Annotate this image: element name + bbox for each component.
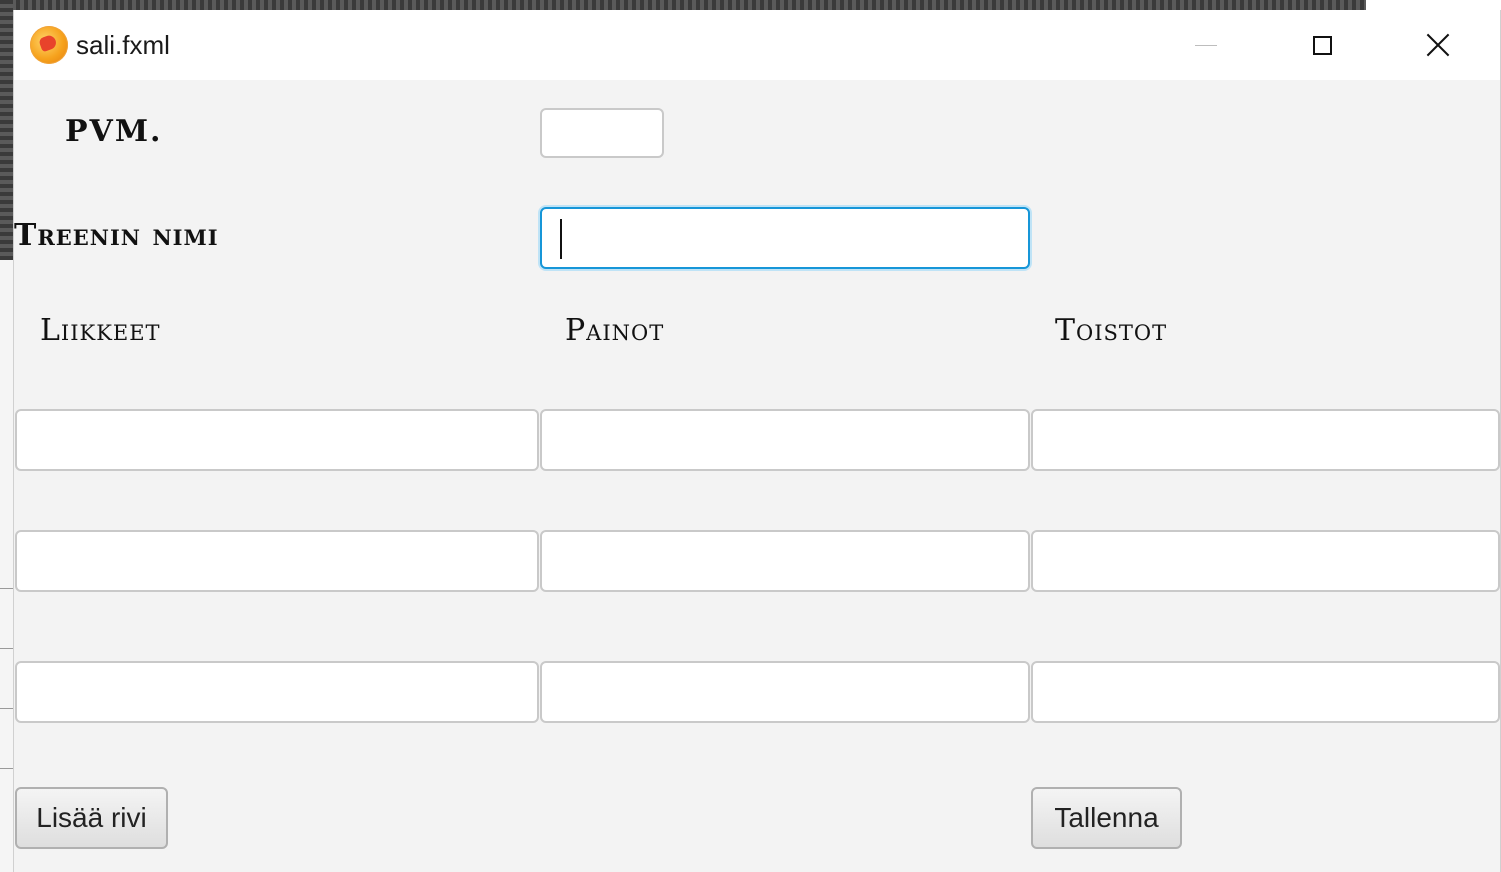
minimize-button[interactable] [1148,10,1264,80]
background-window-lines [0,260,13,872]
background-window-strip [0,0,1366,10]
column-header-reps: Toistot [1055,313,1168,348]
weight-input-row-3[interactable] [540,661,1030,723]
reps-input-row-3[interactable] [1031,661,1500,723]
training-name-input[interactable] [540,207,1030,269]
maximize-button[interactable] [1264,10,1380,80]
maximize-icon [1312,35,1332,55]
exercise-input-row-1[interactable] [15,409,539,471]
title-bar[interactable]: sali.fxml [14,10,1500,80]
training-name-label: Treenin nimi [14,218,219,253]
weight-input-row-1[interactable] [540,409,1030,471]
save-button[interactable]: Tallenna [1031,787,1182,849]
column-header-exercises: Liikkeet [40,313,161,348]
close-button[interactable] [1380,10,1496,80]
text-caret [560,219,562,259]
add-row-button[interactable]: Lisää rivi [15,787,168,849]
minimize-icon [1195,44,1217,46]
close-icon [1426,33,1450,57]
column-header-weights: Painot [565,313,665,348]
exercise-input-row-3[interactable] [15,661,539,723]
window-title: sali.fxml [76,30,170,60]
date-label: PVM. [65,114,163,149]
weight-input-row-2[interactable] [540,530,1030,592]
reps-input-row-1[interactable] [1031,409,1500,471]
app-hand-icon [30,26,68,64]
app-window: sali.fxml PVM. Treenin nimi Liikkeet Pai… [13,10,1501,872]
background-window-edge [0,0,13,260]
date-input[interactable] [540,108,664,158]
exercise-input-row-2[interactable] [15,530,539,592]
reps-input-row-2[interactable] [1031,530,1500,592]
